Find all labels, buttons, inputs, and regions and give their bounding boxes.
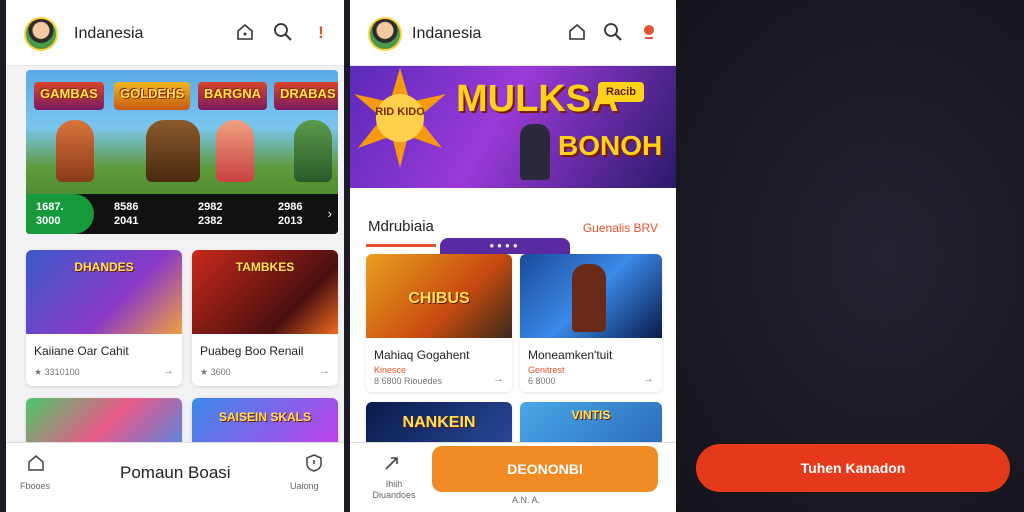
game-downloads: 8 6800 Riouedes (374, 376, 443, 386)
banner-title: MULKSA (456, 78, 619, 120)
game-card[interactable]: DHANDES Kaiiane Oar Cahit ★ 3310100 → (26, 250, 182, 386)
nav-label-left[interactable]: Ihiih Diuandoes (364, 479, 424, 501)
character-warrior (520, 124, 550, 180)
phone-screen-middle: Indanesia RID KIDO MULKSA Racib BONOH ●●… (350, 0, 676, 512)
region-title: Indanesia (74, 25, 144, 42)
arrow-right-icon[interactable]: → (319, 365, 330, 377)
home-nav-icon[interactable] (26, 453, 46, 478)
arrow-right-icon[interactable]: → (163, 365, 174, 377)
home-icon[interactable] (234, 22, 256, 44)
game-title: Puabeg Boo Renail (200, 344, 304, 358)
bottom-nav: Fbooes Pomaun Boasi Uaiong (6, 442, 344, 512)
phone-screen-left: Indanesia ! GAMBAS GOLDEHS BARGNA DRABAS… (6, 0, 344, 512)
nav-center-title: Pomaun Boasi (120, 463, 231, 482)
stat-2: 8586 2041 (114, 201, 139, 227)
game-rating: ★ 3310100 (34, 367, 80, 377)
stat-4: 2986 2013 (278, 201, 303, 227)
alert-icon[interactable]: ! (310, 22, 332, 44)
featured-banner[interactable]: RID KIDO MULKSA Racib BONOH ●●●● (350, 66, 676, 254)
banner-logo-3: BARGNA (198, 82, 268, 110)
game-rating: ★ 3600 (200, 367, 231, 377)
game-thumbnail (520, 254, 662, 338)
app-header: Indanesia ! (6, 0, 344, 66)
see-all-link[interactable]: Guenalis BRV (583, 221, 658, 235)
game-title: Moneamken'tuit (528, 348, 613, 362)
character-fox (56, 120, 94, 182)
game-card[interactable]: TAMBKES Puabeg Boo Renail ★ 3600 → (192, 250, 338, 386)
nav-label-right[interactable]: Uaiong (290, 481, 319, 491)
pin-icon[interactable] (638, 22, 660, 44)
avatar[interactable] (24, 17, 58, 51)
game-thumbnail: CHIBUS (366, 254, 512, 338)
nav-label-home[interactable]: Fbooes (20, 481, 50, 491)
banner-logo-4: DRABAS (274, 82, 338, 110)
featured-banner[interactable]: GAMBAS GOLDEHS BARGNA DRABAS 1687. 3000 8… (26, 70, 338, 234)
game-title: Mahiaq Gogahent (374, 348, 470, 362)
banner-badge[interactable]: Racib (598, 82, 644, 102)
nav-label-center: A.N. A. (512, 495, 541, 505)
info-nav-icon[interactable] (304, 453, 324, 478)
search-icon[interactable] (602, 22, 624, 44)
stat-3: 2982 2382 (198, 201, 223, 227)
share-icon[interactable] (382, 453, 402, 478)
game-card[interactable]: CHIBUS Mahiaq Gogahent Kinesce 8 6800 Ri… (366, 254, 512, 392)
chevron-right-icon[interactable]: › (328, 206, 332, 221)
primary-cta-button[interactable]: DEONONBI (432, 446, 658, 492)
arrow-right-icon[interactable]: → (643, 373, 654, 385)
game-thumbnail: TAMBKES (192, 250, 338, 334)
banner-logo-1: GAMBAS (34, 82, 104, 110)
sunburst-icon (354, 68, 446, 168)
game-thumbnail: DHANDES (26, 250, 182, 334)
carousel-dots[interactable]: ●●●● (440, 238, 570, 254)
region-title: Indanesia (412, 25, 482, 42)
game-genre: Kinesce (374, 365, 407, 375)
stat-1: 1687. 3000 (36, 201, 64, 227)
banner-logo-2: GOLDEHS (114, 82, 191, 110)
banner-stats-bar: 1687. 3000 8586 2041 2982 2382 2986 2013 › (26, 194, 338, 234)
burst-label: RID KIDO (375, 106, 425, 118)
banner-subtitle: BONOH (558, 130, 663, 161)
section-title: Mdrubiaia (368, 218, 434, 235)
arrow-right-icon[interactable]: → (493, 373, 504, 385)
game-title: Kaiiane Oar Cahit (34, 344, 129, 358)
home-icon[interactable] (566, 22, 588, 44)
section-underline (366, 244, 436, 247)
character-girl (216, 120, 254, 182)
game-genre: Genitrest (528, 365, 565, 375)
dark-background-panel: Tuhen Kanadon (676, 0, 1024, 512)
search-icon[interactable] (272, 22, 294, 44)
character-hero (572, 264, 606, 332)
action-button[interactable]: Tuhen Kanadon (696, 444, 1010, 492)
game-downloads: 6 8000 (528, 376, 556, 386)
character-bear (146, 120, 200, 182)
game-card[interactable]: Moneamken'tuit Genitrest 6 8000 → (520, 254, 662, 392)
app-header: Indanesia (350, 0, 676, 66)
avatar[interactable] (368, 17, 402, 51)
character-boy (294, 120, 332, 182)
